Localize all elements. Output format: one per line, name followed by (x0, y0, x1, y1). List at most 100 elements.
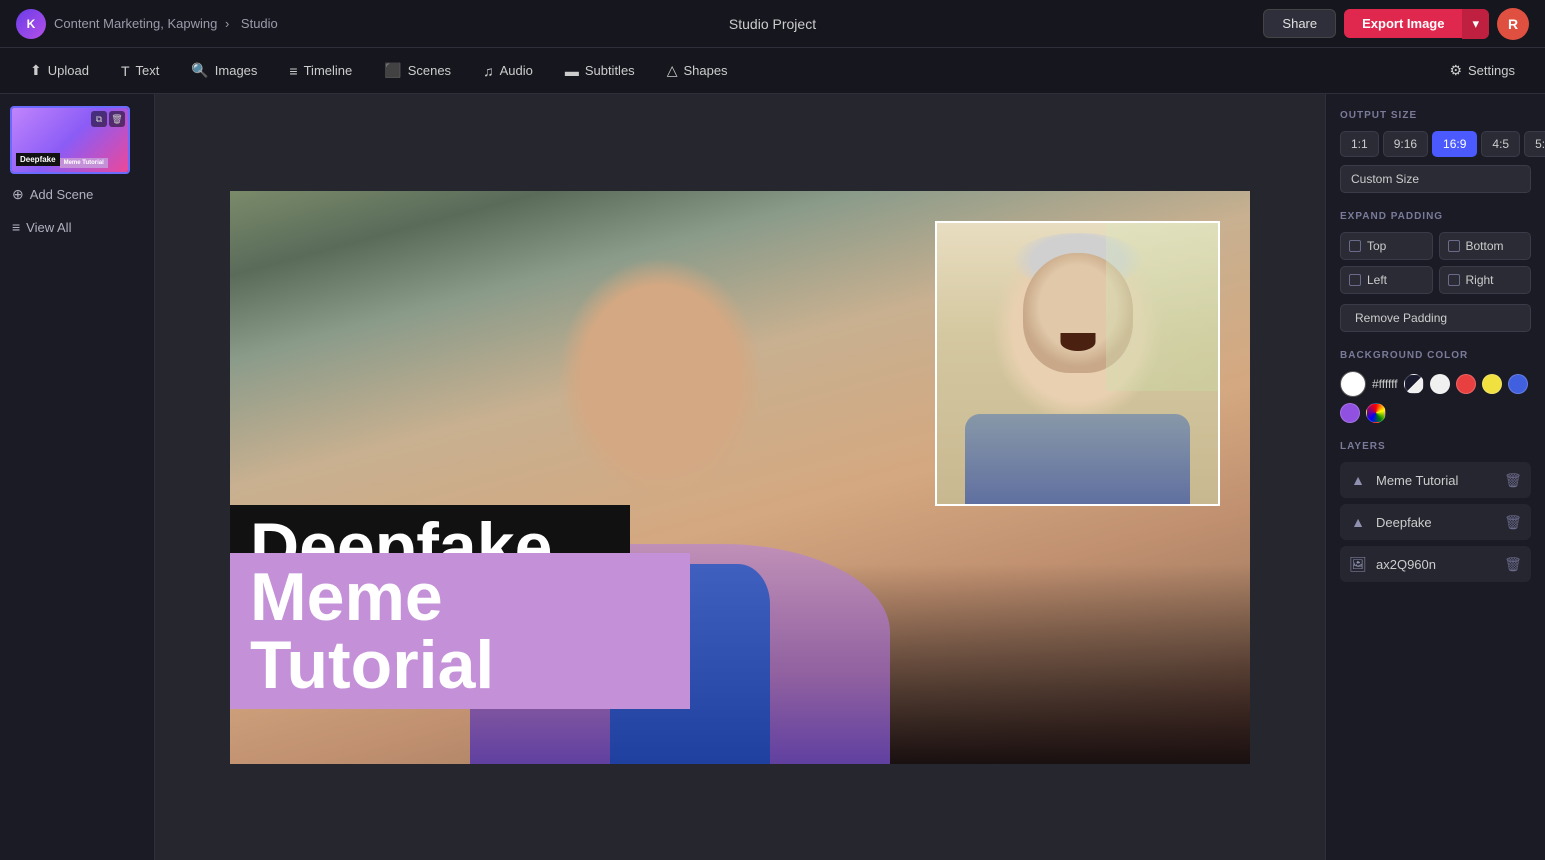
expand-top-checkbox (1349, 240, 1361, 252)
audio-icon: ♫ (483, 63, 494, 79)
remove-padding-label: Remove Padding (1355, 311, 1447, 325)
size-buttons: 1:1 9:16 16:9 4:5 5:4 (1340, 131, 1531, 157)
layer-delete-image[interactable]: 🗑 (1503, 556, 1523, 573)
color-swatch-yellow[interactable] (1482, 374, 1502, 394)
shapes-icon: △ (667, 62, 678, 79)
subtitles-button[interactable]: ▬ Subtitles (551, 57, 649, 85)
layer-image[interactable]: 🖼 ax2Q960n 🗑 (1340, 546, 1531, 582)
color-swatch-white[interactable] (1430, 374, 1450, 394)
upload-button[interactable]: ⬆ Upload (16, 56, 103, 85)
size-5-4-button[interactable]: 5:4 (1524, 131, 1545, 157)
text-button[interactable]: T Text (107, 57, 173, 85)
expand-bottom-button[interactable]: Bottom (1439, 232, 1532, 260)
overlay-video[interactable] (935, 221, 1220, 506)
layer-name-meme: Meme Tutorial (1376, 473, 1495, 488)
toolbar: ⬆ Upload T Text 🔍 Images ≡ Timeline ⬛ Sc… (0, 48, 1545, 94)
color-row: #ffffff (1340, 371, 1531, 423)
user-avatar[interactable]: R (1497, 8, 1529, 40)
settings-label: Settings (1468, 63, 1515, 78)
expand-padding-title: EXPAND PADDING (1340, 211, 1531, 222)
expand-left-checkbox (1349, 274, 1361, 286)
size-16-9-button[interactable]: 16:9 (1432, 131, 1477, 157)
shapes-button[interactable]: △ Shapes (653, 56, 742, 85)
share-button[interactable]: Share (1263, 9, 1336, 38)
color-swatch-red[interactable] (1456, 374, 1476, 394)
layer-name-image: ax2Q960n (1376, 557, 1495, 572)
main-area: ⧉ 🗑 Deepfake Meme Tutorial ⊕ Add Scene ≡… (0, 94, 1545, 860)
meme-text: Meme Tutorial (250, 559, 494, 703)
audio-label: Audio (500, 63, 533, 78)
expand-left-label: Left (1367, 273, 1387, 287)
breadcrumb-separator: › (225, 16, 229, 31)
upload-icon: ⬆ (30, 62, 42, 79)
breadcrumb-page: Studio (241, 16, 278, 31)
layer-deepfake[interactable]: ▲ Deepfake 🗑 (1340, 504, 1531, 540)
add-scene-icon: ⊕ (12, 186, 24, 203)
scene-duplicate-icon[interactable]: ⧉ (91, 111, 107, 127)
custom-size-button[interactable]: Custom Size (1340, 165, 1531, 193)
view-all-button[interactable]: ≡ View All (10, 215, 144, 239)
size-4-5-button[interactable]: 4:5 (1481, 131, 1520, 157)
expand-left-button[interactable]: Left (1340, 266, 1433, 294)
expand-bottom-label: Bottom (1466, 239, 1504, 253)
layer-text-icon-1: ▲ (1348, 470, 1368, 490)
layer-name-deepfake: Deepfake (1376, 515, 1495, 530)
expand-padding-section: EXPAND PADDING Top Bottom Left Right (1340, 211, 1531, 332)
upload-label: Upload (48, 63, 89, 78)
color-swatch-blue[interactable] (1508, 374, 1528, 394)
scenes-button[interactable]: ⬛ Scenes (370, 56, 465, 85)
audio-button[interactable]: ♫ Audio (469, 57, 547, 85)
top-bar-right: Share Export Image ▾ R (816, 8, 1529, 40)
breadcrumb-link[interactable]: Content Marketing, Kapwing (54, 16, 217, 31)
color-swatch-dark[interactable] (1404, 374, 1424, 394)
export-dropdown-button[interactable]: ▾ (1462, 9, 1489, 39)
current-color-swatch[interactable] (1340, 371, 1366, 397)
settings-icon: ⚙ (1449, 62, 1462, 79)
right-panel: OUTPUT SIZE 1:1 9:16 16:9 4:5 5:4 Custom… (1325, 94, 1545, 860)
scene-thumbnail[interactable]: ⧉ 🗑 Deepfake Meme Tutorial (10, 106, 130, 174)
scenes-label: Scenes (408, 63, 451, 78)
export-button[interactable]: Export Image (1344, 9, 1462, 38)
output-size-title: OUTPUT SIZE (1340, 110, 1531, 121)
timeline-button[interactable]: ≡ Timeline (275, 57, 366, 85)
layer-delete-deepfake[interactable]: 🗑 (1503, 514, 1523, 531)
expand-top-label: Top (1367, 239, 1386, 253)
layer-text-icon-2: ▲ (1348, 512, 1368, 532)
scene-thumb-icons: ⧉ 🗑 (91, 111, 125, 127)
color-swatch-purple[interactable] (1340, 403, 1360, 423)
view-all-icon: ≡ (12, 219, 20, 235)
top-bar: K Content Marketing, Kapwing › Studio St… (0, 0, 1545, 48)
color-swatch-gradient[interactable] (1366, 403, 1386, 423)
text-label: Text (136, 63, 160, 78)
scenes-icon: ⬛ (384, 62, 401, 79)
scene-delete-icon[interactable]: 🗑 (109, 111, 125, 127)
settings-button[interactable]: ⚙ Settings (1435, 56, 1529, 85)
canvas-area[interactable]: Deepfake Meme Tutorial (155, 94, 1325, 860)
breadcrumb: Content Marketing, Kapwing › Studio (54, 16, 282, 31)
images-button[interactable]: 🔍 Images (177, 56, 271, 85)
timeline-label: Timeline (304, 63, 353, 78)
expand-top-button[interactable]: Top (1340, 232, 1433, 260)
layer-delete-meme[interactable]: 🗑 (1503, 472, 1523, 489)
expand-right-checkbox (1448, 274, 1460, 286)
layers-section: LAYERS ▲ Meme Tutorial 🗑 ▲ Deepfake 🗑 🖼 … (1340, 441, 1531, 582)
expand-padding-grid: Top Bottom Left Right (1340, 232, 1531, 294)
expand-right-button[interactable]: Right (1439, 266, 1532, 294)
canvas-frame: Deepfake Meme Tutorial (230, 191, 1250, 764)
text-icon: T (121, 63, 130, 79)
subtitles-icon: ▬ (565, 63, 579, 79)
bg-color-section: BACKGROUND COLOR #ffffff (1340, 350, 1531, 423)
top-bar-left: K Content Marketing, Kapwing › Studio (16, 9, 729, 39)
canvas-text-meme[interactable]: Meme Tutorial (230, 553, 690, 709)
layers-title: LAYERS (1340, 441, 1531, 452)
size-9-16-button[interactable]: 9:16 (1383, 131, 1428, 157)
size-1-1-button[interactable]: 1:1 (1340, 131, 1379, 157)
add-scene-label: Add Scene (30, 187, 94, 202)
add-scene-button[interactable]: ⊕ Add Scene (10, 182, 144, 207)
remove-padding-button[interactable]: Remove Padding (1340, 304, 1531, 332)
layer-meme-tutorial[interactable]: ▲ Meme Tutorial 🗑 (1340, 462, 1531, 498)
images-label: Images (215, 63, 258, 78)
view-all-label: View All (26, 220, 71, 235)
left-panel: ⧉ 🗑 Deepfake Meme Tutorial ⊕ Add Scene ≡… (0, 94, 155, 860)
expand-right-label: Right (1466, 273, 1494, 287)
